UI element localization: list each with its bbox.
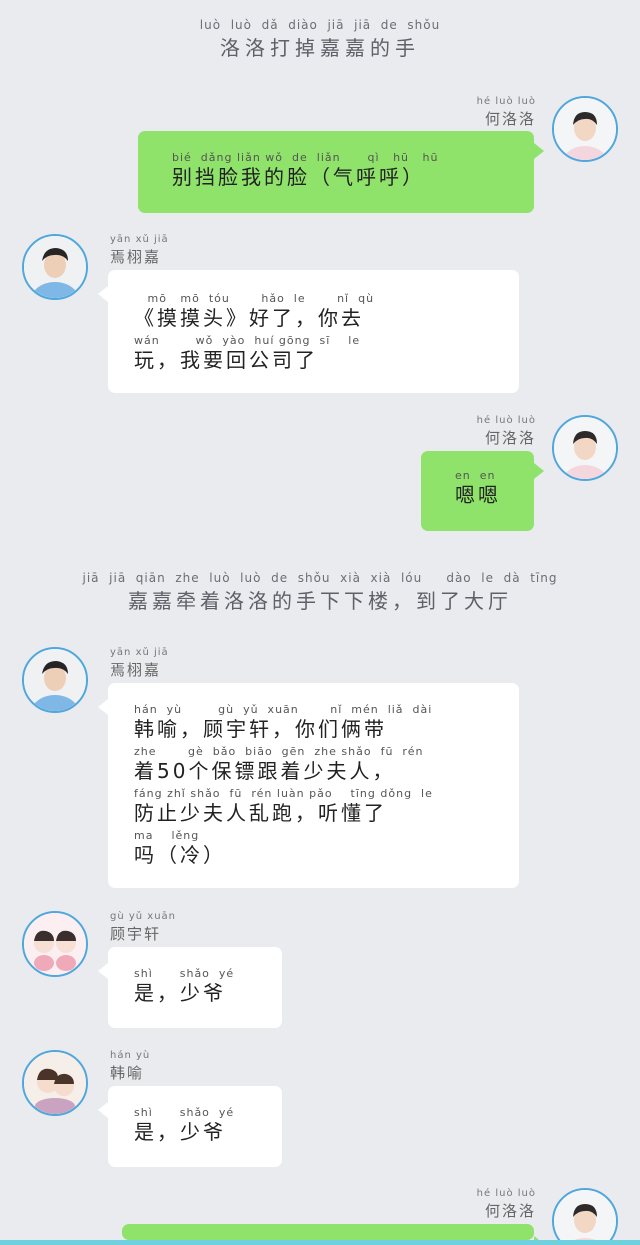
narration-title: luò luò dǎ diào jiā jiā de shǒu 洛洛打掉嘉嘉的手	[0, 18, 640, 61]
message-bubble-4[interactable]: hán yù gù yǔ xuān nǐ mén liǎ dài 韩喻，顾宇轩，…	[98, 683, 519, 888]
boy-portrait-icon	[554, 417, 616, 479]
avatar-gu-yuxuan[interactable]	[22, 911, 88, 977]
message-pinyin: wán wǒ yào huí gōng sī le	[134, 334, 361, 347]
message-bubble-3[interactable]: en en 嗯嗯	[421, 451, 544, 531]
message-pinyin: hán yù gù yǔ xuān nǐ mén liǎ dài	[134, 703, 433, 716]
cartoon-couple-icon	[24, 1052, 86, 1114]
cartoon-couple-icon	[24, 913, 86, 975]
message-text: 别挡脸我的脸（气呼呼）	[172, 165, 425, 189]
message-text: 是，少爷	[134, 981, 226, 1005]
message-bubble-1[interactable]: bié dǎng liǎn wǒ de liǎn qì hū hū 别挡脸我的脸…	[138, 131, 544, 213]
avatar-he-luoluo[interactable]	[552, 415, 618, 481]
message-text: 是，少爷	[134, 1120, 226, 1144]
narration-text: 嘉嘉牵着洛洛的手下下楼，到了大厅	[128, 589, 512, 613]
avatar-he-luoluo[interactable]	[552, 96, 618, 162]
message-bubble-7[interactable]	[122, 1224, 544, 1245]
speaker-name-yan-xujia: yān xǔ jiā 焉栩嘉	[110, 234, 169, 266]
avatar-yan-xujia[interactable]	[22, 234, 88, 300]
narration-pinyin: luò luò dǎ diào jiā jiā de shǒu	[199, 18, 441, 32]
avatar-yan-xujia[interactable]	[22, 647, 88, 713]
man-portrait-icon	[24, 649, 86, 711]
message-bubble-2[interactable]: mō mō tóu hǎo le nǐ qù 《摸摸头》好了，你去 wán wǒ…	[98, 270, 519, 393]
message-text: 防止少夫人乱跑，听懂了	[134, 801, 387, 825]
message-bubble-5[interactable]: shì shǎo yé 是，少爷	[98, 947, 282, 1028]
message-text: 着50个保镖跟着少夫人，	[134, 759, 396, 783]
message-pinyin: en en	[455, 469, 496, 482]
message-pinyin: zhe gè bǎo biāo gēn zhe shǎo fū rén	[134, 745, 424, 758]
message-pinyin: ma lěng	[134, 829, 200, 842]
bottom-bar	[0, 1240, 640, 1245]
avatar-han-yu[interactable]	[22, 1050, 88, 1116]
message-pinyin: mō mō tóu hǎo le nǐ qù	[134, 292, 375, 305]
message-pinyin: bié dǎng liǎn wǒ de liǎn qì hū hū	[172, 151, 439, 164]
narration-pinyin: jiā jiā qiān zhe luò luò de shǒu xià xià…	[82, 571, 558, 585]
speaker-name-he-luoluo: hé luò luò 何洛洛	[476, 1188, 536, 1220]
boy-portrait-icon	[554, 1190, 616, 1245]
message-pinyin: shì shǎo yé	[134, 967, 235, 980]
man-portrait-icon	[24, 236, 86, 298]
avatar-he-luoluo[interactable]	[552, 1188, 618, 1245]
speaker-name-gu-yuxuan: gù yǔ xuān 顾宇轩	[110, 911, 177, 943]
narration-text: 洛洛打掉嘉嘉的手	[220, 36, 420, 60]
message-pinyin: fáng zhǐ shǎo fū rén luàn pǎo tīng dǒng …	[134, 787, 433, 800]
boy-portrait-icon	[554, 98, 616, 160]
speaker-name-he-luoluo: hé luò luò 何洛洛	[476, 96, 536, 128]
speaker-name-han-yu: hán yù 韩喻	[110, 1050, 151, 1082]
message-pinyin: shì shǎo yé	[134, 1106, 235, 1119]
message-text: 吗（冷）	[134, 843, 226, 867]
message-text: 玩，我要回公司了	[134, 348, 318, 372]
narration-title: jiā jiā qiān zhe luò luò de shǒu xià xià…	[0, 571, 640, 614]
speaker-name-he-luoluo: hé luò luò 何洛洛	[476, 415, 536, 447]
message-text: 韩喻，顾宇轩，你们俩带	[134, 717, 387, 741]
speaker-name-yan-xujia: yān xǔ jiā 焉栩嘉	[110, 647, 169, 679]
message-text: 《摸摸头》好了，你去	[134, 306, 364, 330]
message-bubble-6[interactable]: shì shǎo yé 是，少爷	[98, 1086, 282, 1167]
message-text: 嗯嗯	[455, 483, 501, 507]
